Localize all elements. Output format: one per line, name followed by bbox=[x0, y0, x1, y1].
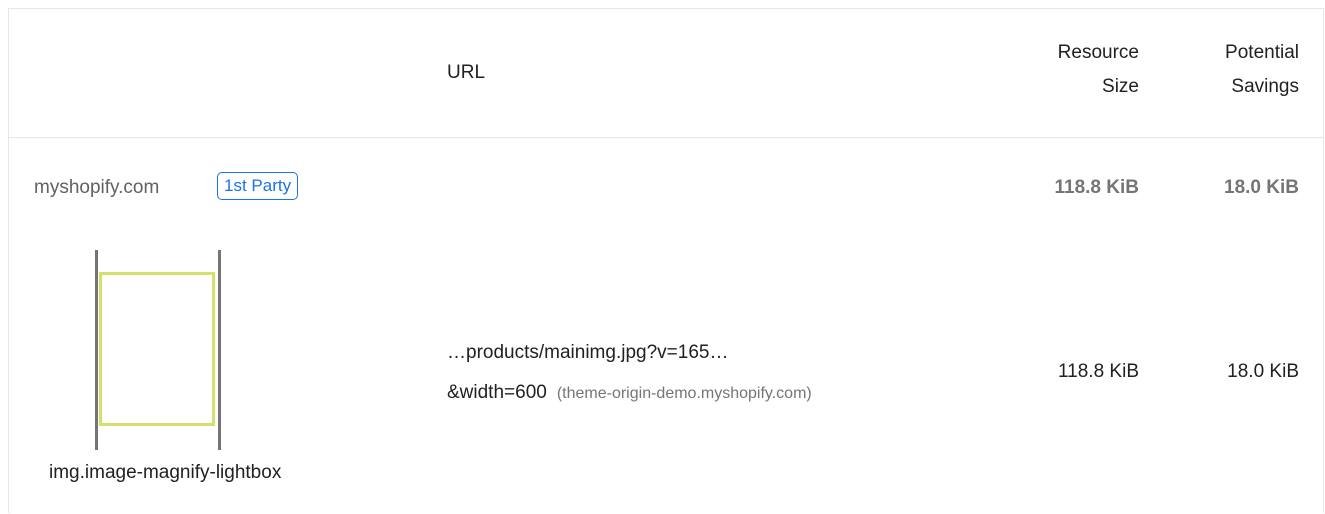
table-header-row: URL Resource Size Potential Savings bbox=[9, 9, 1323, 138]
thumbnail-highlight-box bbox=[99, 272, 215, 426]
element-screenshot-thumbnail[interactable] bbox=[93, 250, 223, 450]
column-header-potential-savings-line2: Savings bbox=[1231, 76, 1299, 97]
entity-name: myshopify.com bbox=[34, 177, 160, 198]
resource-url-line1[interactable]: …products/mainimg.jpg?v=165… bbox=[447, 336, 728, 370]
resource-url-query: &width=600 bbox=[447, 382, 547, 403]
group-potential-savings: 18.0 KiB bbox=[1224, 177, 1299, 198]
thumbnail-left-edge bbox=[95, 250, 98, 450]
node-selector-label[interactable]: img.image-magnify-lightbox bbox=[49, 456, 281, 490]
audit-details-table: URL Resource Size Potential Savings mysh… bbox=[8, 8, 1324, 513]
column-header-potential-savings-line1: Potential bbox=[1225, 42, 1299, 63]
entity-group-row: myshopify.com 1st Party 118.8 KiB 18.0 K… bbox=[9, 138, 1323, 233]
column-header-potential-savings: Potential Savings bbox=[1225, 36, 1299, 104]
resource-url-origin: (theme-origin-demo.myshopify.com) bbox=[556, 385, 812, 402]
column-header-resource-size-line2: Size bbox=[1102, 76, 1139, 97]
column-header-resource-size: Resource Size bbox=[1058, 36, 1139, 104]
column-header-url: URL bbox=[447, 62, 486, 83]
resource-url-line2[interactable]: &width=600 (theme-origin-demo.myshopify.c… bbox=[447, 376, 812, 411]
thumbnail-right-edge bbox=[218, 250, 221, 450]
first-party-badge: 1st Party bbox=[217, 172, 299, 200]
group-resource-size: 118.8 KiB bbox=[1054, 177, 1140, 198]
column-header-resource-size-line1: Resource bbox=[1057, 42, 1139, 63]
item-potential-savings: 18.0 KiB bbox=[1227, 361, 1299, 382]
item-resource-size: 118.8 KiB bbox=[1058, 361, 1139, 382]
table-row: img.image-magnify-lightbox …products/mai… bbox=[9, 233, 1323, 514]
